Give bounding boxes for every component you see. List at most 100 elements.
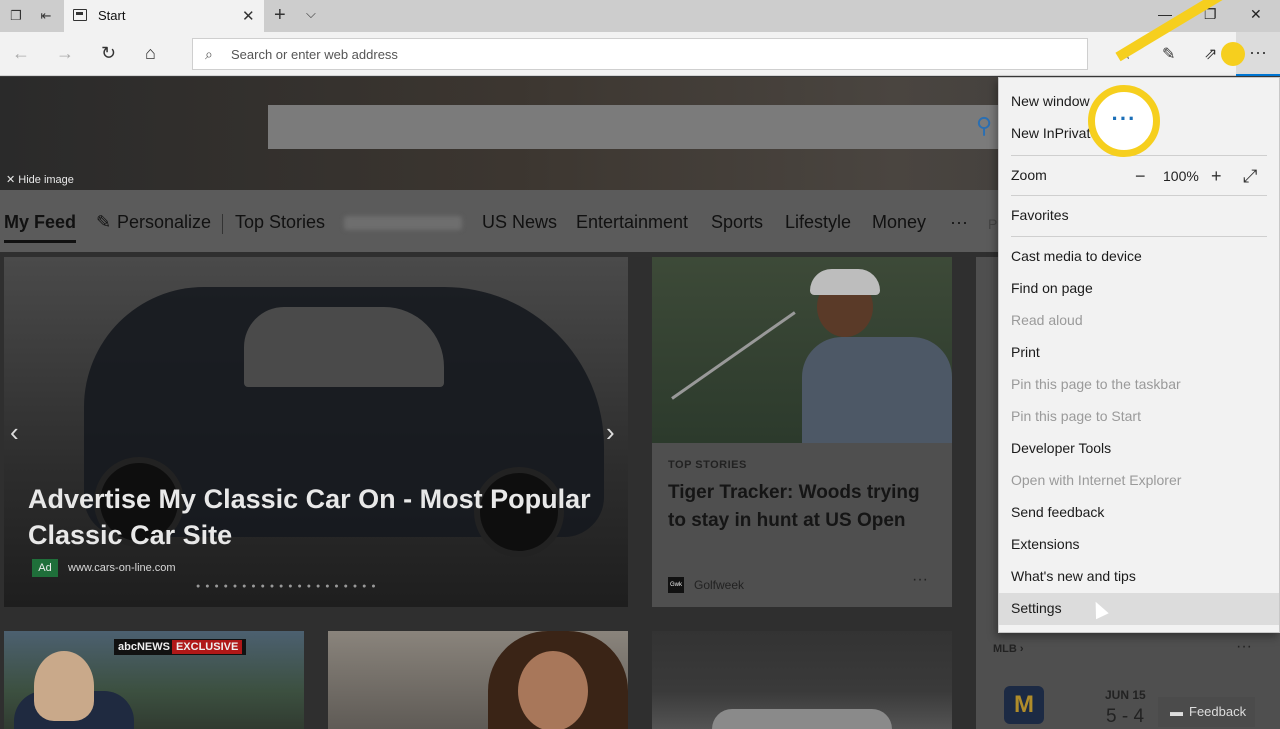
- person-face: [34, 651, 94, 721]
- feed-tab-personalize[interactable]: Personalize: [117, 212, 211, 233]
- feedback-button[interactable]: ▬ Feedback: [1158, 697, 1255, 727]
- active-tab-indicator: [4, 240, 76, 243]
- story-source: Golfweek: [694, 578, 745, 592]
- exclusive-tag: EXCLUSIVE: [171, 640, 243, 654]
- menu-send-feedback[interactable]: Send feedback: [1011, 504, 1104, 520]
- car-window: [244, 307, 444, 387]
- car-image: [712, 709, 892, 729]
- title-bar: ❐ ⇤ Start ✕ + ⌵ — ❐ ✕: [0, 0, 1280, 32]
- close-tab-icon[interactable]: ✕: [242, 7, 255, 25]
- menu-open-ie: Open with Internet Explorer: [1011, 472, 1182, 488]
- set-aside-tabs-icon[interactable]: ⇤: [38, 8, 54, 24]
- start-page-icon: [73, 9, 87, 21]
- search-icon[interactable]: ⚲: [976, 113, 992, 139]
- menu-zoom-label: Zoom: [1011, 167, 1047, 183]
- zoom-value: 100%: [1163, 168, 1199, 184]
- navigation-bar: ← → ↻ ⌂ ⌕ ☆ ✎ ⇗: [0, 32, 1280, 76]
- menu-new-window[interactable]: New window: [1011, 93, 1090, 109]
- zoom-in-icon[interactable]: +: [1211, 166, 1222, 187]
- story-card[interactable]: TOP STORIES Tiger Tracker: Woods trying …: [652, 257, 952, 607]
- divider: [222, 214, 223, 234]
- golfer-cap: [810, 269, 880, 295]
- menu-print[interactable]: Print: [1011, 344, 1040, 360]
- refresh-icon[interactable]: ↻: [101, 43, 116, 64]
- fullscreen-icon[interactable]: ⤢: [1243, 166, 1257, 187]
- menu-pin-taskbar: Pin this page to the taskbar: [1011, 376, 1181, 392]
- tab-manager-icon[interactable]: ❐: [8, 8, 24, 24]
- settings-menu: New window New InPrivate window Zoom − 1…: [998, 77, 1280, 633]
- new-tab-icon[interactable]: +: [274, 4, 286, 27]
- hide-image-link[interactable]: ✕ Hide image: [6, 173, 74, 186]
- news-network: abcNEWS: [118, 641, 170, 653]
- address-bar[interactable]: ⌕: [192, 38, 1088, 70]
- feed-tab-my-feed[interactable]: My Feed: [4, 212, 76, 233]
- back-arrow-icon[interactable]: ←: [12, 43, 30, 64]
- menu-divider: [1011, 155, 1267, 156]
- share-icon[interactable]: ⇗: [1204, 44, 1217, 64]
- feed-tab-top-stories[interactable]: Top Stories: [235, 212, 325, 233]
- menu-whats-new[interactable]: What's new and tips: [1011, 568, 1136, 584]
- ad-badge: Ad: [32, 559, 58, 577]
- feed-tab-entertainment[interactable]: Entertainment: [576, 212, 688, 233]
- menu-read-aloud: Read aloud: [1011, 312, 1083, 328]
- game-date: JUN 15: [1105, 688, 1146, 702]
- brewers-logo: M: [1004, 686, 1044, 724]
- address-input[interactable]: [231, 45, 1051, 63]
- callout-ellipsis-icon: ···: [1088, 85, 1160, 157]
- house-thumbnail[interactable]: [652, 631, 952, 729]
- carousel-prev-icon[interactable]: ‹: [10, 417, 19, 448]
- pen-icon[interactable]: ✎: [1162, 44, 1175, 64]
- blurred-feed-tab[interactable]: [344, 216, 462, 230]
- car-image: [4, 257, 628, 607]
- menu-developer-tools[interactable]: Developer Tools: [1011, 440, 1111, 456]
- close-window-icon[interactable]: ✕: [1250, 6, 1262, 23]
- forward-arrow-icon[interactable]: →: [56, 43, 74, 64]
- callout-dot: [1221, 42, 1245, 66]
- ellipsis-icon: ···: [1249, 42, 1267, 62]
- feed-tab-us-news[interactable]: US News: [482, 212, 557, 233]
- menu-extensions[interactable]: Extensions: [1011, 536, 1079, 552]
- mlb-label-text: MLB: [993, 643, 1017, 655]
- carousel-dots[interactable]: ●●●●●●●●●●●●●●●●●●●●: [196, 583, 381, 590]
- more-tabs-icon[interactable]: ···: [950, 212, 968, 233]
- carousel-next-icon[interactable]: ›: [606, 417, 615, 448]
- golfer-body: [802, 337, 952, 443]
- feedback-label: Feedback: [1189, 704, 1247, 719]
- story-kicker: TOP STORIES: [668, 459, 747, 471]
- ad-source: www.cars-on-line.com: [68, 562, 176, 574]
- story-headline[interactable]: Tiger Tracker: Woods trying to stay in h…: [668, 479, 938, 535]
- lifestyle-thumbnail[interactable]: [328, 631, 628, 729]
- golf-club: [671, 311, 796, 400]
- menu-divider: [1011, 236, 1267, 237]
- tab-start[interactable]: Start ✕: [64, 0, 264, 32]
- game-score: 5 - 4: [1106, 706, 1145, 727]
- feed-tab-lifestyle[interactable]: Lifestyle: [785, 212, 851, 233]
- menu-settings[interactable]: Settings: [1011, 600, 1062, 616]
- chevron-down-icon[interactable]: ⌵: [306, 6, 316, 22]
- pencil-icon: ✎: [96, 212, 112, 232]
- news-badge: abcNEWS EXCLUSIVE: [114, 639, 247, 655]
- zoom-out-icon[interactable]: −: [1135, 166, 1146, 187]
- menu-favorites[interactable]: Favorites: [1011, 207, 1069, 223]
- menu-find-on-page[interactable]: Find on page: [1011, 280, 1093, 296]
- feed-tab-sports[interactable]: Sports: [711, 212, 763, 233]
- feed-tab-partial[interactable]: P: [988, 216, 997, 232]
- menu-pin-start: Pin this page to Start: [1011, 408, 1141, 424]
- golfer-photo: [652, 257, 952, 443]
- bing-search-box[interactable]: ⚲: [268, 105, 1008, 149]
- story-info: TOP STORIES Tiger Tracker: Woods trying …: [652, 443, 952, 607]
- menu-divider: [1011, 195, 1267, 196]
- home-icon[interactable]: ⌂: [145, 43, 156, 64]
- feed-tab-money[interactable]: Money: [872, 212, 926, 233]
- ad-card[interactable]: ‹ › Advertise My Classic Car On - Most P…: [4, 257, 628, 607]
- ad-headline[interactable]: Advertise My Classic Car On - Most Popul…: [28, 481, 608, 553]
- news-thumbnail[interactable]: abcNEWS EXCLUSIVE: [4, 631, 304, 729]
- feedback-icon: ▬: [1170, 704, 1183, 719]
- ellipsis-icon[interactable]: ···: [1236, 638, 1252, 656]
- person-face: [518, 651, 588, 729]
- feed-nav: My Feed ✎ Personalize Top Stories US New…: [0, 190, 1000, 252]
- mlb-label[interactable]: MLB ›: [993, 643, 1024, 655]
- menu-cast-media[interactable]: Cast media to device: [1011, 248, 1142, 264]
- ellipsis-icon[interactable]: ···: [912, 571, 928, 589]
- search-icon: ⌕: [205, 46, 213, 62]
